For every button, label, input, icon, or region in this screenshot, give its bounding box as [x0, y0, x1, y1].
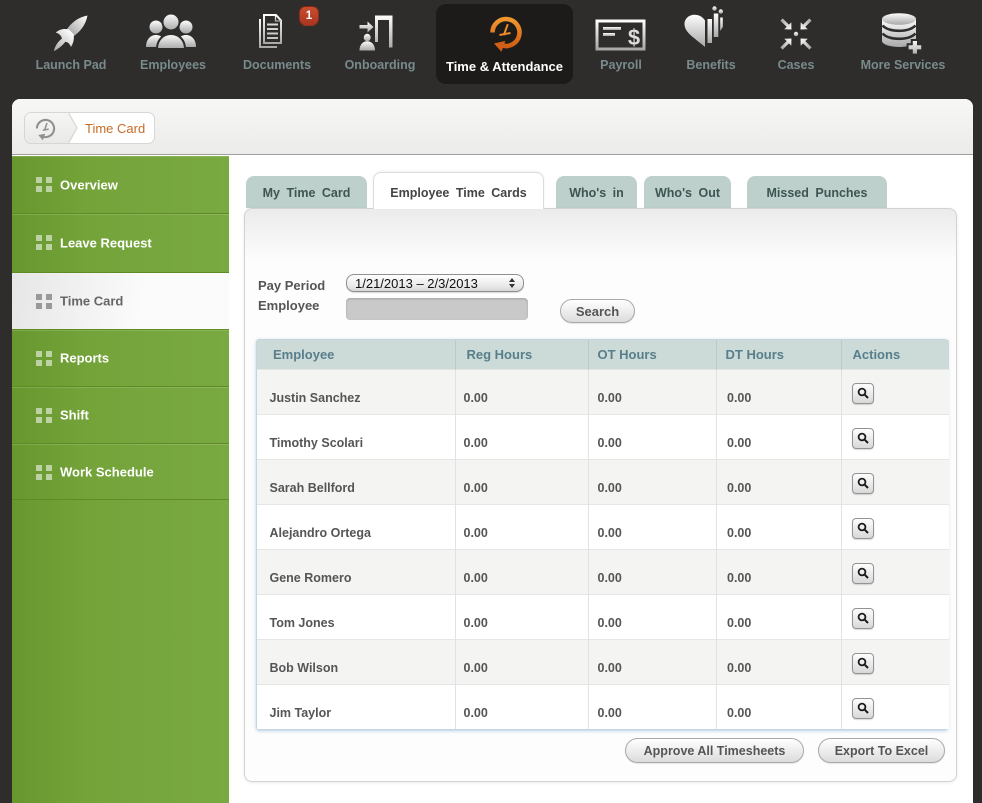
- svg-text:$: $: [628, 25, 640, 50]
